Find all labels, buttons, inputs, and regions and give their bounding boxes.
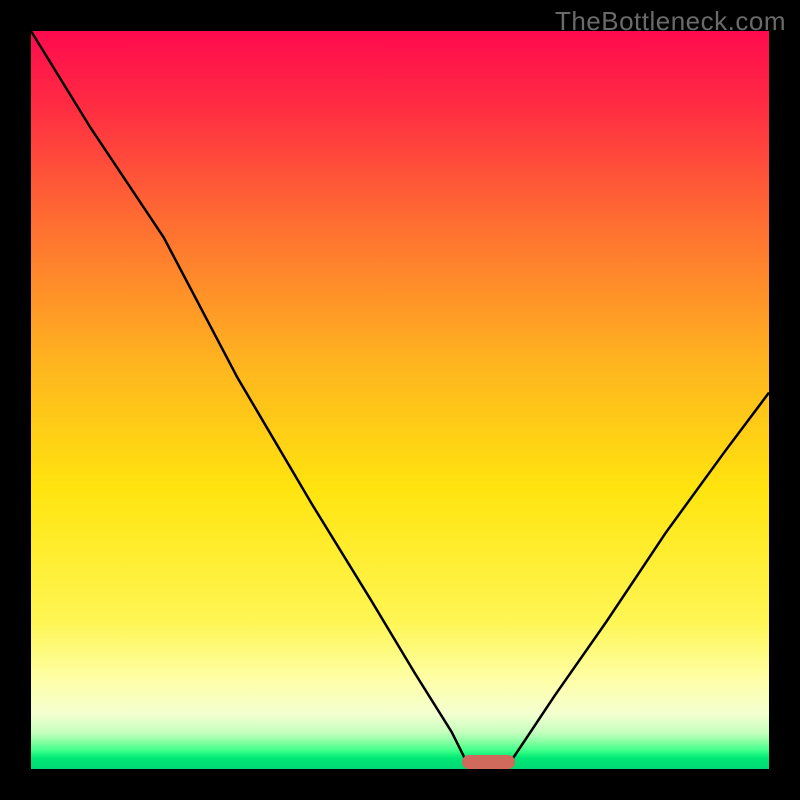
- bottleneck-curve: [31, 31, 769, 769]
- chart-frame: TheBottleneck.com: [0, 0, 800, 800]
- watermark-text: TheBottleneck.com: [555, 6, 786, 37]
- minimum-marker: [462, 755, 514, 769]
- plot-area: [31, 31, 769, 769]
